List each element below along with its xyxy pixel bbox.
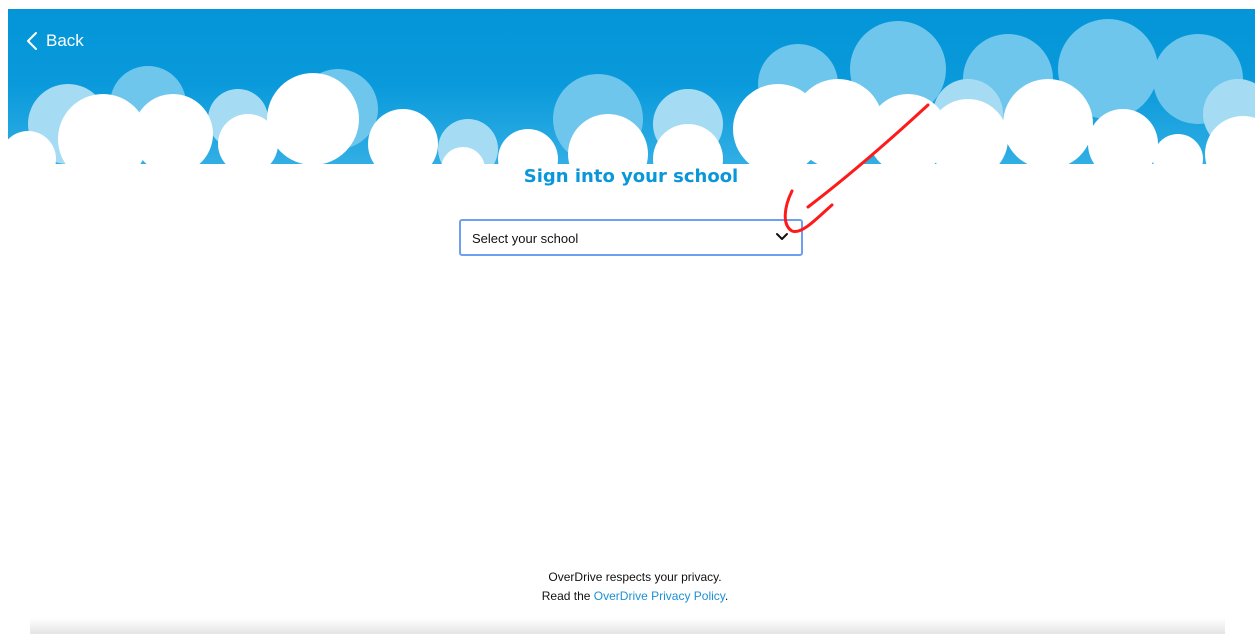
- clouds-illustration: [8, 9, 1255, 179]
- privacy-prefix: Read the: [541, 589, 594, 603]
- privacy-link-line: Read the OverDrive Privacy Policy.: [0, 587, 1255, 606]
- back-label: Back: [46, 31, 84, 50]
- top-strip: [0, 0, 1255, 9]
- school-select-value: Select your school: [472, 231, 579, 246]
- back-button[interactable]: Back: [24, 30, 84, 52]
- page-title: Sign into your school: [523, 166, 739, 187]
- chevron-down-icon: [776, 233, 788, 240]
- privacy-policy-link[interactable]: OverDrive Privacy Policy: [594, 589, 725, 603]
- bottom-shadow: [30, 618, 1225, 634]
- privacy-statement: OverDrive respects your privacy.: [548, 570, 722, 584]
- chevron-left-icon: [27, 32, 37, 50]
- school-select[interactable]: Select your school: [459, 219, 803, 256]
- privacy-footer: OverDrive respects your privacy. Read th…: [0, 568, 1255, 606]
- privacy-suffix: .: [724, 589, 729, 603]
- page: Back Sign into your school Select your s…: [0, 0, 1255, 634]
- cloud-header-banner: [8, 9, 1255, 179]
